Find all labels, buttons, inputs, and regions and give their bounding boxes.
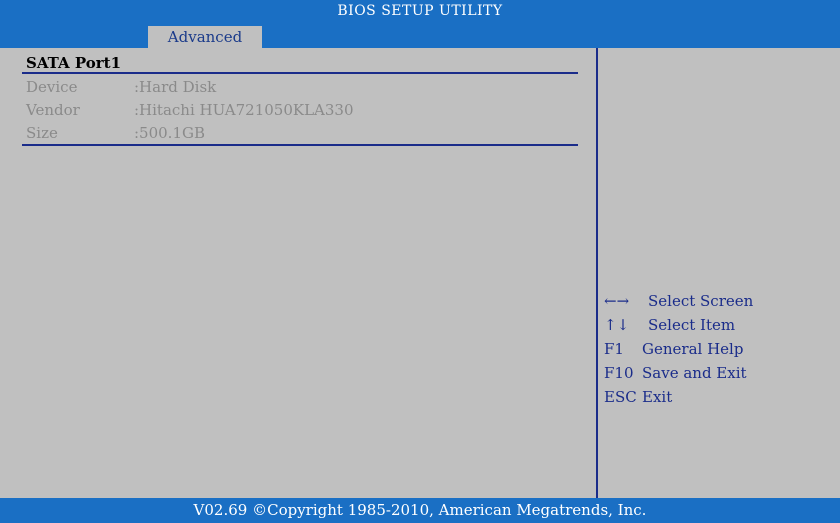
size-label: Size (26, 124, 58, 142)
device-row: Device :Hard Disk (26, 78, 216, 96)
help-text: Exit (642, 388, 673, 406)
help-item-save-exit: F10 Save and Exit (604, 361, 753, 385)
help-item-select-item: ↑↓ Select Item (604, 313, 753, 337)
bios-title: BIOS SETUP UTILITY (337, 3, 503, 19)
device-value: :Hard Disk (134, 78, 217, 96)
up-down-arrow-icon: ↑↓ (604, 316, 630, 334)
help-divider (596, 48, 598, 498)
device-label: Device (26, 78, 78, 96)
vendor-label: Vendor (26, 101, 80, 119)
help-text: Select Screen (648, 292, 754, 310)
help-key: F10 (604, 364, 634, 382)
size-value: :500.1GB (134, 124, 206, 142)
help-text: General Help (642, 340, 744, 358)
help-item-exit: ESC Exit (604, 385, 753, 409)
help-item-general-help: F1 General Help (604, 337, 753, 361)
help-item-select-screen: ←→ Select Screen (604, 289, 753, 313)
help-key: F1 (604, 340, 624, 358)
help-text: Select Item (648, 316, 736, 334)
left-right-arrow-icon: ←→ (604, 292, 630, 310)
vendor-row: Vendor :Hitachi HUA721050KLA330 (26, 101, 354, 119)
title-bar: BIOS SETUP UTILITY Advanced (0, 0, 840, 48)
help-text: Save and Exit (642, 364, 747, 382)
size-row: Size :500.1GB (26, 124, 205, 142)
vendor-value: :Hitachi HUA721050KLA330 (134, 101, 354, 119)
copyright-footer: V02.69 ©Copyright 1985-2010, American Me… (0, 498, 840, 523)
help-panel: ←→ Select Screen ↑↓ Select Item F1 General … (604, 289, 753, 409)
help-key: ESC (604, 388, 637, 406)
section-top-rule (22, 72, 578, 74)
section-bottom-rule (22, 144, 578, 146)
section-title: SATA Port1 (26, 54, 122, 72)
main-panel: SATA Port1 Device :Hard Disk Vendor :Hitac… (18, 48, 598, 498)
tab-advanced[interactable]: Advanced (148, 26, 262, 48)
